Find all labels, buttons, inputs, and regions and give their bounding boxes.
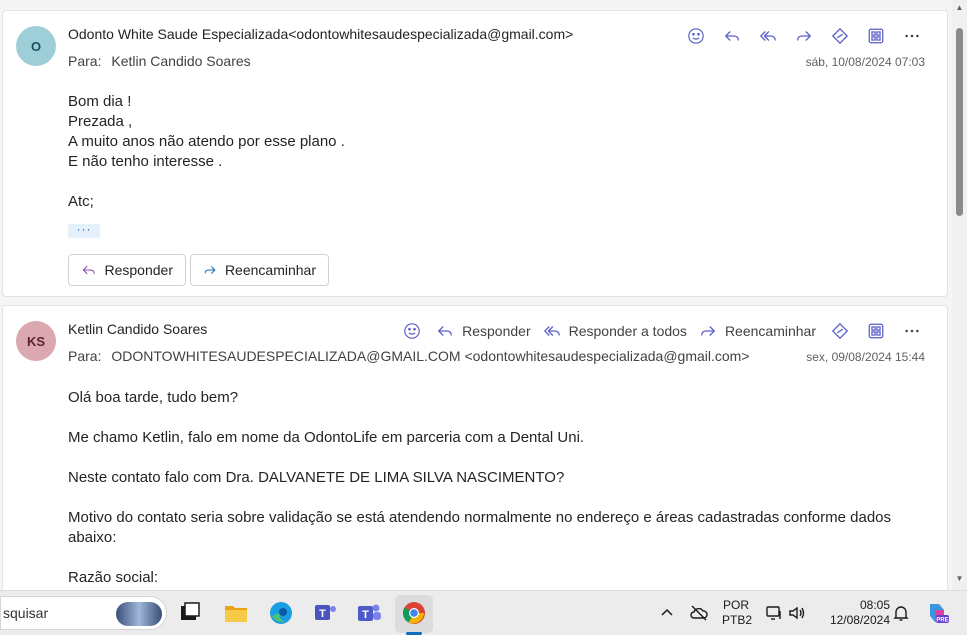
show-hidden-icons-chevron-icon[interactable] <box>657 603 677 623</box>
recipient-name[interactable]: ODONTOWHITESAUDESPECIALIZADA@GMAIL.COM <… <box>111 348 749 364</box>
search-text: squisar <box>3 605 49 621</box>
teams-classic-icon[interactable]: T <box>311 599 339 627</box>
reply-all-action[interactable]: Responder a todos <box>540 318 690 344</box>
clock-date: 12/08/2024 <box>829 613 890 627</box>
emoji-icon[interactable] <box>397 318 427 344</box>
body-paragraph: Me chamo Ketlin, falo em nome da OdontoL… <box>68 429 585 446</box>
forward-icon <box>204 266 216 274</box>
edge-browser-icon[interactable] <box>267 599 295 627</box>
message-body: Bom dia ! Prezada , A muito anos não ate… <box>68 92 345 212</box>
reply-all-icon <box>543 326 560 336</box>
forward-icon <box>701 326 716 336</box>
scroll-up-arrow-icon[interactable]: ▲ <box>955 4 964 12</box>
reply-button-label: Responder <box>104 262 174 278</box>
body-paragraph: Olá boa tarde, tudo bem? <box>68 389 239 406</box>
forward-action[interactable]: Reencaminhar <box>696 318 819 344</box>
email-message-2: KS Ketlin Candido Soares Para: ODONTOWHI… <box>2 305 948 590</box>
to-label: Para: <box>68 348 102 364</box>
message-actions <box>681 23 927 49</box>
chrome-browser-icon[interactable] <box>400 599 428 627</box>
more-options-icon[interactable] <box>897 318 927 344</box>
vertical-scrollbar[interactable]: ▲ ▼ <box>952 0 967 590</box>
recipient-line: Para: Ketlin Candido Soares <box>68 53 257 69</box>
forward-label: Reencaminhar <box>724 323 816 339</box>
keyboard-layout: PTB2 <box>722 613 753 627</box>
message-date: sex, 09/08/2024 15:44 <box>806 350 925 364</box>
body-paragraph: Motivo do contato seria sobre validação … <box>68 509 892 546</box>
body-line: Bom dia ! <box>68 93 132 110</box>
svg-text:T: T <box>319 608 326 620</box>
avatar[interactable]: O <box>16 26 56 66</box>
body-paragraph: Neste contato falo com Dra. DALVANETE DE… <box>68 469 565 486</box>
message-date: sáb, 10/08/2024 07:03 <box>805 55 925 69</box>
recipient-line: Para: ODONTOWHITESAUDESPECIALIZADA@GMAIL… <box>68 348 756 364</box>
language-code: POR <box>722 598 749 612</box>
body-paragraph: Razão social: <box>68 569 159 586</box>
loop-app-icon[interactable] <box>825 23 855 49</box>
cloud-offline-icon[interactable] <box>689 603 709 623</box>
body-line: A muito anos não atendo por esse plano . <box>68 133 345 150</box>
task-view-icon[interactable] <box>176 599 204 627</box>
forward-button-label: Reencaminhar <box>224 262 316 278</box>
scrollbar-thumb[interactable] <box>956 28 963 216</box>
reading-pane: O Odonto White Saude Especializada<odont… <box>0 0 952 590</box>
recipient-name[interactable]: Ketlin Candido Soares <box>111 53 250 69</box>
show-quoted-text-button[interactable]: ··· <box>68 223 100 238</box>
network-icon[interactable] <box>764 603 784 623</box>
forward-icon[interactable] <box>789 23 819 49</box>
notification-bell-icon[interactable] <box>891 603 911 623</box>
apps-grid-icon[interactable] <box>861 23 891 49</box>
sender-name[interactable]: Odonto White Saude Especializada<odontow… <box>68 26 573 42</box>
copilot-icon[interactable]: PRE <box>924 600 950 626</box>
body-line: Prezada , <box>68 113 133 130</box>
reply-icon <box>82 265 95 275</box>
reply-icon[interactable] <box>717 23 747 49</box>
clock-time: 08:05 <box>859 598 890 612</box>
message-actions: Responder Responder a todos Reencaminhar <box>397 318 927 344</box>
input-language[interactable]: POR PTB2 <box>722 598 753 628</box>
teams-icon[interactable]: T <box>355 599 383 627</box>
reply-label: Responder <box>462 323 531 339</box>
email-message-1: O Odonto White Saude Especializada<odont… <box>2 10 948 297</box>
reply-button[interactable]: Responder <box>68 254 186 286</box>
to-label: Para: <box>68 53 102 69</box>
avatar[interactable]: KS <box>16 321 56 361</box>
apps-grid-icon[interactable] <box>861 318 891 344</box>
reply-icon <box>437 326 453 336</box>
body-line: E não tenho interesse . <box>68 153 223 170</box>
volume-icon[interactable] <box>787 603 807 623</box>
scroll-down-arrow-icon[interactable]: ▼ <box>955 575 964 583</box>
reply-action[interactable]: Responder <box>433 318 534 344</box>
reply-all-label: Responder a todos <box>568 323 687 339</box>
clock[interactable]: 08:05 12/08/2024 <box>818 598 890 628</box>
message-body: Olá boa tarde, tudo bem? Me chamo Ketlin… <box>68 388 928 590</box>
taskbar: squisar T T POR PTB2 08:05 12/08/2024 PR… <box>0 590 967 635</box>
svg-text:PRE: PRE <box>936 618 948 624</box>
sender-name[interactable]: Ketlin Candido Soares <box>68 321 207 337</box>
search-highlight-icon <box>116 602 162 626</box>
svg-text:T: T <box>362 609 369 621</box>
more-options-icon[interactable] <box>897 23 927 49</box>
taskbar-search[interactable]: squisar <box>0 596 167 630</box>
emoji-icon[interactable] <box>681 23 711 49</box>
forward-button[interactable]: Reencaminhar <box>190 254 329 286</box>
file-explorer-icon[interactable] <box>222 599 250 627</box>
signoff: Atc; <box>68 193 94 210</box>
reply-all-icon[interactable] <box>753 23 783 49</box>
loop-app-icon[interactable] <box>825 318 855 344</box>
